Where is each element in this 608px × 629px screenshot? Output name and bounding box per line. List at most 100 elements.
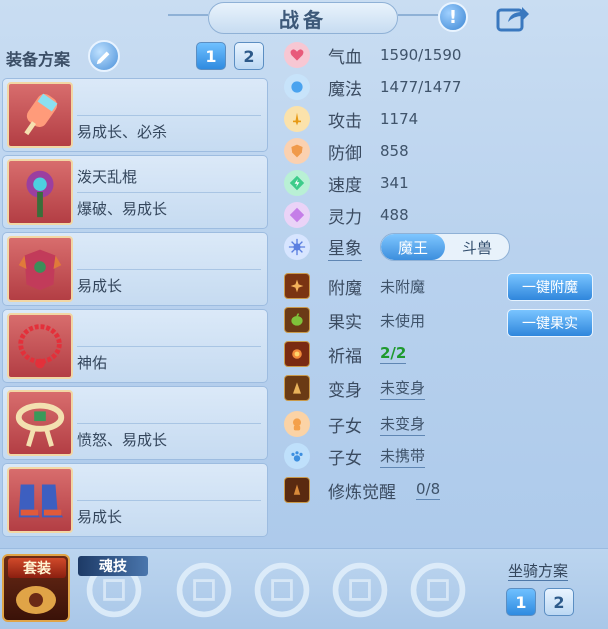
mount-scheme-2-button[interactable]: 2 xyxy=(544,588,574,616)
equip-scheme-label: 装备方案 xyxy=(6,50,71,69)
extra-value[interactable]: 未变身 xyxy=(380,377,426,400)
stat-label: 魔法 xyxy=(328,79,362,100)
equip-name: 泼天乱棍 xyxy=(77,168,138,186)
star-sign-option-demon-king[interactable]: 魔王 xyxy=(381,234,445,260)
equip-attr: 神佑 xyxy=(77,354,108,372)
armor-item-icon xyxy=(7,236,73,302)
page-title: 战备 xyxy=(279,7,327,32)
extra-label: 修炼觉醒 xyxy=(328,482,396,503)
stat-value: 341 xyxy=(380,174,409,192)
equip-slot-necklace[interactable]: 神佑 xyxy=(2,309,268,383)
child-icon xyxy=(284,411,310,437)
stat-row-mp: 魔法 1477/1477 xyxy=(284,72,461,102)
share-button[interactable] xyxy=(496,4,530,32)
extra-row-fruit: 果实 未使用 xyxy=(284,305,425,335)
stat-value: 1590/1590 xyxy=(380,46,462,64)
extra-row-awaken: 修炼觉醒 0/8 xyxy=(284,475,441,505)
stat-row-defense: 防御 858 xyxy=(284,136,409,166)
star-sign-icon xyxy=(284,234,310,260)
equip-scheme-1-button[interactable]: 1 xyxy=(196,42,226,70)
star-sign-option-beast[interactable]: 斗兽 xyxy=(445,234,509,260)
stat-row-hp: 气血 1590/1590 xyxy=(284,40,461,70)
divider xyxy=(77,115,261,116)
extra-label: 附魔 xyxy=(328,278,362,299)
stat-row-speed: 速度 341 xyxy=(284,168,409,198)
extra-value[interactable]: 未变身 xyxy=(380,413,426,436)
dragon-ring-icon xyxy=(254,562,310,618)
fruit-icon xyxy=(284,307,310,333)
suit-label: 套装 xyxy=(8,558,66,578)
suit-emblem-icon xyxy=(16,586,56,614)
soul-skill-slot-4[interactable] xyxy=(326,556,394,624)
help-button[interactable]: ! xyxy=(438,2,468,32)
stat-label: 灵力 xyxy=(328,207,362,228)
one-click-fruit-button[interactable]: 一键果实 xyxy=(507,309,593,337)
extra-row-enchant: 附魔 未附魔 xyxy=(284,271,425,301)
one-click-enchant-button[interactable]: 一键附魔 xyxy=(507,273,593,301)
stat-value: 488 xyxy=(380,206,409,224)
extra-row-child-pet: 子女 未携带 xyxy=(284,441,426,471)
pet-paw-icon xyxy=(284,443,310,469)
divider xyxy=(77,192,261,193)
extra-label: 祈福 xyxy=(328,346,362,367)
pencil-icon xyxy=(96,51,110,65)
stat-value: 1477/1477 xyxy=(380,78,462,96)
staff-item-icon xyxy=(7,159,73,225)
divider xyxy=(77,269,261,270)
popsicle-item-icon xyxy=(7,82,73,148)
mana-icon xyxy=(284,74,310,100)
extra-value[interactable]: 0/8 xyxy=(416,480,441,500)
edit-scheme-button[interactable] xyxy=(88,40,120,72)
equip-slot-boots[interactable]: 易成长 xyxy=(2,463,268,537)
equip-slot-weapon-accessory[interactable]: 易成长、必杀 xyxy=(2,78,268,152)
equipment-list: 易成长、必杀 泼天乱棍 爆破、易成长 易成长 神佑 愤怒、易成长 易成长 xyxy=(2,78,268,540)
extra-value[interactable]: 未携带 xyxy=(380,445,426,468)
stat-label: 气血 xyxy=(328,47,362,68)
spirit-icon xyxy=(284,202,310,228)
equip-scheme-2-button[interactable]: 2 xyxy=(234,42,264,70)
share-icon xyxy=(496,7,529,32)
stat-label: 防御 xyxy=(328,143,362,164)
soul-skill-slot-2[interactable] xyxy=(170,556,238,624)
equip-attr: 易成长 xyxy=(77,508,123,526)
stat-row-attack: 攻击 1174 xyxy=(284,104,418,134)
stat-row-spirit: 灵力 488 xyxy=(284,200,409,230)
page-title-banner: 战备 xyxy=(208,2,398,34)
star-sign-toggle[interactable]: 魔王 斗兽 xyxy=(380,233,510,261)
stat-value: 858 xyxy=(380,142,409,160)
suit-button[interactable]: 套装 xyxy=(2,554,70,622)
speed-icon xyxy=(284,170,310,196)
equip-slot-weapon[interactable]: 泼天乱棍 爆破、易成长 xyxy=(2,155,268,229)
extra-row-transform: 变身 未变身 xyxy=(284,373,426,403)
soul-skill-slot-3[interactable] xyxy=(248,556,316,624)
equip-attr: 易成长 xyxy=(77,277,123,295)
dragon-ring-icon xyxy=(332,562,388,618)
sword-icon xyxy=(284,106,310,132)
equip-attr: 爆破、易成长 xyxy=(77,200,168,218)
extra-row-child: 子女 未变身 xyxy=(284,409,426,439)
divider xyxy=(77,346,261,347)
blessing-icon xyxy=(284,341,310,367)
shield-icon xyxy=(284,138,310,164)
heart-icon xyxy=(284,42,310,68)
star-sign-row: 星象 魔王 斗兽 xyxy=(284,232,510,262)
title-ornament-left xyxy=(168,14,208,16)
dragon-ring-icon xyxy=(176,562,232,618)
extra-row-blessing: 祈福 2/2 xyxy=(284,339,407,369)
stat-value: 1174 xyxy=(380,110,419,128)
soul-skill-slot-5[interactable] xyxy=(404,556,472,624)
mount-scheme-1-button[interactable]: 1 xyxy=(506,588,536,616)
extra-label: 子女 xyxy=(328,416,362,437)
enchant-icon xyxy=(284,273,310,299)
dragon-ring-icon xyxy=(410,562,466,618)
soul-skill-label: 魂技 xyxy=(78,556,148,576)
extra-label: 果实 xyxy=(328,312,362,333)
extra-value: 未使用 xyxy=(380,311,426,330)
equip-slot-belt[interactable]: 愤怒、易成长 xyxy=(2,386,268,460)
mount-scheme-label: 坐骑方案 xyxy=(508,560,569,581)
equip-slot-armor[interactable]: 易成长 xyxy=(2,232,268,306)
extra-value[interactable]: 2/2 xyxy=(380,344,407,364)
extra-label: 变身 xyxy=(328,380,362,401)
stat-label: 攻击 xyxy=(328,111,362,132)
equip-attr: 愤怒、易成长 xyxy=(77,431,168,449)
